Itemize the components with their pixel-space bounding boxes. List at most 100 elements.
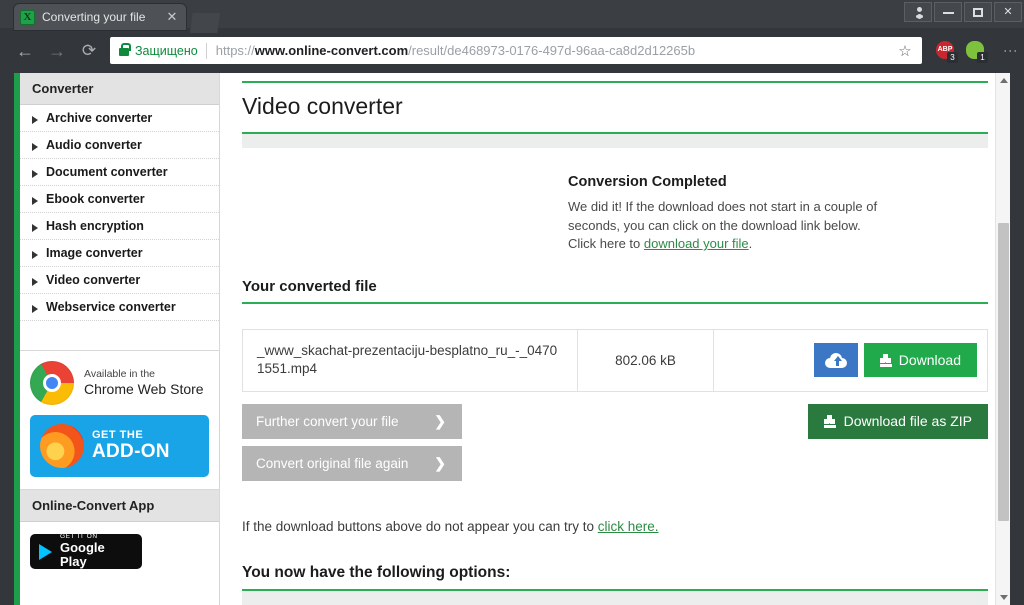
sidebar-item-label: Ebook converter [46, 192, 145, 206]
table-row: _www_skachat-prezentaciju-besplatno_ru_-… [242, 329, 988, 392]
sidebar-item-label: Document converter [46, 165, 168, 179]
header-gray-band [242, 134, 988, 148]
sidebar: Converter Archive converter Audio conver… [20, 73, 220, 605]
options-gray-band [242, 590, 988, 605]
url-path: /result/de468973-0176-497d-96aa-ca8d2d12… [408, 43, 696, 58]
convert-actions: Further convert your file ❯ Convert orig… [242, 403, 462, 481]
sidebar-app-heading: Online-Convert App [20, 490, 219, 522]
sidebar-promos: Available in the Chrome Web Store GET TH… [20, 351, 219, 490]
completed-line1: We did it! If the download does not star… [568, 199, 878, 214]
chevron-right-icon: ❯ [434, 412, 446, 429]
download-icon [823, 414, 836, 428]
sidebar-item-document-converter[interactable]: Document converter [20, 159, 219, 186]
download-hint: If the download buttons above do not app… [242, 519, 988, 534]
sidebar-heading: Converter [20, 73, 219, 105]
download-button[interactable]: Download [863, 343, 977, 378]
browser-viewport: Converter Archive converter Audio conver… [0, 73, 1024, 605]
tab-title: Converting your file [42, 10, 146, 24]
security-label: Защищено [135, 43, 198, 58]
url-text: https://www.online-convert.com/result/de… [216, 43, 894, 58]
conversion-completed-block: Conversion Completed We did it! If the d… [568, 174, 988, 254]
completed-line3-prefix: Click here to [568, 236, 644, 252]
sidebar-item-label: Audio converter [46, 138, 142, 152]
completed-line2: seconds, you can click on the download l… [568, 217, 861, 233]
address-bar[interactable]: Защищено https://www.online-convert.com/… [110, 37, 922, 64]
sidebar-item-archive-converter[interactable]: Archive converter [20, 105, 219, 132]
minimize-button[interactable] [934, 2, 962, 22]
cws-line1: Available in the [84, 367, 156, 380]
options-section-title: You now have the following options: [242, 564, 988, 591]
bookmark-star-icon[interactable]: ☆ [894, 42, 916, 60]
sidebar-item-label: Archive converter [46, 111, 153, 125]
adblock-plus-icon[interactable]: 3 [932, 38, 958, 64]
extension-badge: 1 [977, 51, 988, 63]
scrollbar-thumb[interactable] [998, 223, 1009, 521]
sidebar-item-label: Image converter [46, 246, 143, 260]
download-zip-button[interactable]: Download file as ZIP [807, 403, 988, 439]
title-bar: Converting your file ✕ ✕ [0, 0, 1024, 33]
gplay-line2: Google Play [60, 540, 105, 569]
forward-icon[interactable]: → [42, 36, 72, 66]
omnibox-separator [205, 42, 207, 59]
new-tab-button[interactable] [190, 13, 220, 33]
further-convert-button[interactable]: Further convert your file ❯ [242, 403, 462, 439]
sidebar-item-label: Webservice converter [46, 300, 176, 314]
back-icon[interactable]: ← [10, 36, 40, 66]
reload-icon[interactable]: ⟳ [74, 36, 104, 66]
converted-file-table: _www_skachat-prezentaciju-besplatno_ru_-… [242, 329, 988, 392]
page-scrollbar[interactable] [995, 73, 1010, 605]
click-here-link[interactable]: click here. [598, 519, 659, 534]
web-page: Converter Archive converter Audio conver… [14, 73, 1010, 605]
profile-icon[interactable] [904, 2, 932, 22]
browser-menu-icon[interactable]: ⋮ [994, 44, 1019, 58]
sidebar-item-ebook-converter[interactable]: Ebook converter [20, 186, 219, 213]
adblock-badge: 3 [947, 51, 958, 63]
scroll-up-icon[interactable] [996, 73, 1011, 88]
chrome-logo-icon [30, 361, 74, 405]
conversion-completed-body: We did it! If the download does not star… [568, 198, 988, 254]
further-convert-label: Further convert your file [256, 413, 399, 429]
tab-favicon-icon [20, 9, 35, 25]
lock-icon [119, 42, 131, 56]
addon-line2: ADD-ON [92, 440, 170, 462]
hint-prefix: If the download buttons above do not app… [242, 518, 598, 534]
url-scheme: https:// [215, 43, 255, 58]
sidebar-divider [20, 321, 219, 351]
google-play-badge[interactable]: GET IT ON Google Play [30, 534, 142, 569]
maximize-button[interactable] [964, 2, 992, 22]
scroll-down-icon[interactable] [996, 590, 1011, 605]
browser-toolbar: ← → ⟳ Защищено https://www.online-conver… [0, 28, 1024, 73]
window-controls: ✕ [904, 2, 1022, 22]
page-title: Video converter [242, 93, 403, 119]
converted-file-section-title: Your converted file [242, 278, 988, 305]
firefox-addon-banner[interactable]: GET THE ADD-ON [30, 415, 209, 477]
chrome-web-store-badge[interactable]: Available in the Chrome Web Store [30, 361, 209, 405]
extension-green-icon[interactable]: 1 [962, 38, 988, 64]
convert-again-label: Convert original file again [256, 455, 409, 471]
sidebar-item-image-converter[interactable]: Image converter [20, 240, 219, 267]
file-name-cell: _www_skachat-prezentaciju-besplatno_ru_-… [242, 329, 578, 392]
google-play-icon [39, 543, 53, 560]
conversion-completed-heading: Conversion Completed [568, 174, 727, 190]
browser-window: Converting your file ✕ ✕ ← → ⟳ Защищено … [0, 0, 1024, 605]
download-icon [879, 353, 892, 367]
download-your-file-link[interactable]: download your file [644, 236, 749, 251]
sidebar-item-hash-encryption[interactable]: Hash encryption [20, 213, 219, 240]
file-actions-cell: Download [714, 330, 988, 391]
cloud-upload-button[interactable] [813, 343, 858, 378]
sidebar-item-video-converter[interactable]: Video converter [20, 267, 219, 294]
cws-line2: Chrome Web Store [84, 380, 204, 397]
completed-line3-suffix: . [748, 236, 753, 252]
convert-again-button[interactable]: Convert original file again ❯ [242, 445, 462, 481]
firefox-logo-icon [40, 424, 84, 468]
close-button[interactable]: ✕ [994, 2, 1022, 22]
main-content: Video converter Conversion Completed We … [220, 73, 1010, 605]
sidebar-item-label: Video converter [46, 273, 141, 287]
tab-close-icon[interactable]: ✕ [164, 9, 180, 25]
browser-tab[interactable]: Converting your file ✕ [14, 4, 186, 30]
url-host: www.online-convert.com [254, 43, 409, 58]
sidebar-item-webservice-converter[interactable]: Webservice converter [20, 294, 219, 321]
sidebar-item-audio-converter[interactable]: Audio converter [20, 132, 219, 159]
chevron-right-icon: ❯ [434, 454, 446, 471]
cloud-upload-icon [824, 352, 847, 368]
